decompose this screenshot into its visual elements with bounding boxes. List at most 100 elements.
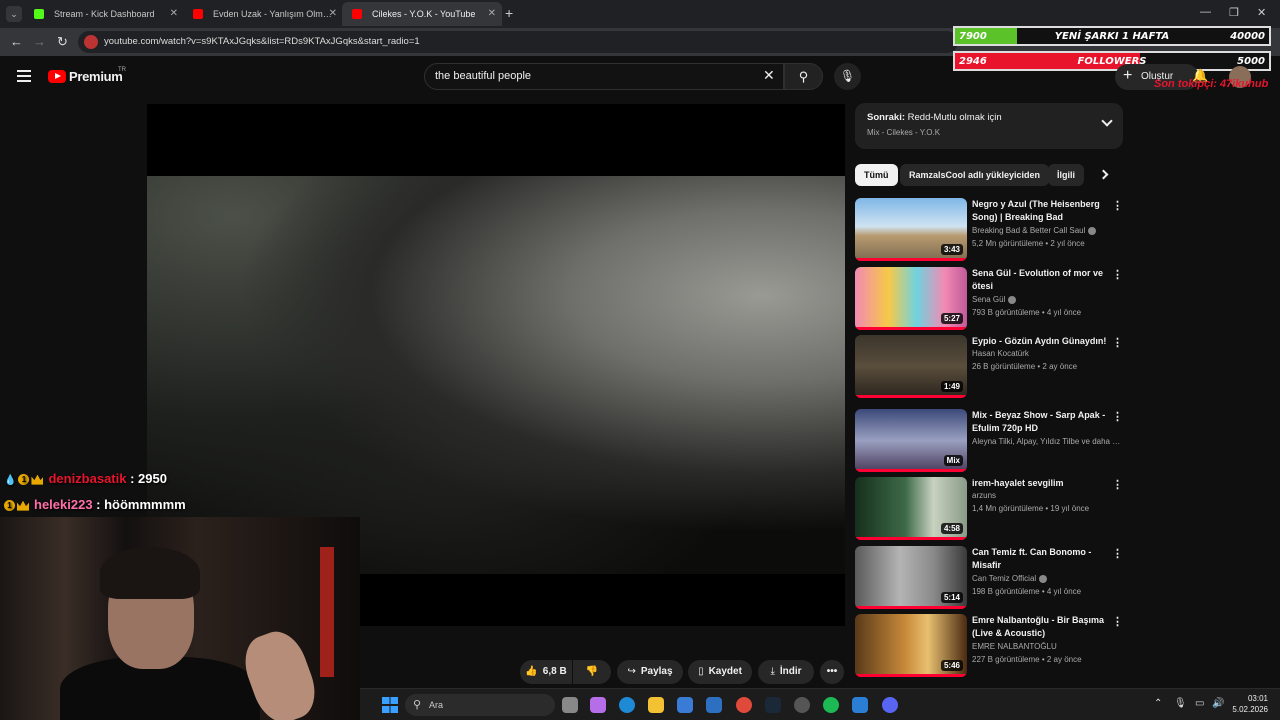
steam-icon[interactable] [765, 697, 781, 713]
video-duration: 5:46 [940, 660, 963, 671]
region-code: TR [118, 67, 126, 73]
app-icon[interactable] [852, 697, 868, 713]
video-thumbnail[interactable]: 5:14 [855, 546, 967, 609]
save-button[interactable]: ▯ Kaydet [688, 660, 752, 684]
channel-name: Hasan Kocatürk [972, 349, 1029, 358]
edge-browser-icon[interactable] [619, 697, 635, 713]
video-channel[interactable]: EMRE NALBANTOĞLU [972, 642, 1122, 651]
store-icon[interactable] [677, 697, 693, 713]
windows-taskbar: Ara ⌃ 🎙 ▭ 🔊 03:01 5.02.2026 [360, 688, 1280, 720]
microphone-tray-icon[interactable]: 🎙 [1174, 698, 1187, 709]
chip-related[interactable]: İlgili [1048, 164, 1084, 186]
more-vertical-icon[interactable]: ⋮ [1112, 547, 1123, 560]
video-duration: 1:49 [940, 381, 963, 392]
video-thumbnail[interactable]: 4:58 [855, 477, 967, 540]
more-vertical-icon[interactable]: ⋮ [1112, 410, 1123, 423]
recommended-video[interactable]: 4:58 irem-hayalet sevgilim arzuns 1,4 Mn gö… [855, 477, 1123, 541]
volume-icon[interactable]: 🔊 [1212, 698, 1224, 709]
restore-icon[interactable]: ❐ [1229, 6, 1239, 19]
chip-from-uploader[interactable]: RamzalsCool adlı yükleyiciden [900, 164, 1050, 186]
video-channel[interactable]: Breaking Bad & Better Call Saul [972, 226, 1122, 235]
share-button[interactable]: ↪ Paylaş [617, 660, 683, 684]
more-vertical-icon[interactable]: ⋮ [1112, 336, 1123, 349]
tab-close-icon[interactable]: ✕ [329, 2, 337, 26]
reload-icon[interactable]: ↻ [57, 34, 68, 50]
recommended-video[interactable]: 5:27 Sena Gül - Evolution of mor ve ötesi… [855, 267, 1123, 331]
video-title[interactable]: irem-hayalet sevgilim [972, 477, 1110, 490]
new-tab-button[interactable]: + [505, 5, 513, 21]
video-channel[interactable]: Can Temiz Official [972, 574, 1122, 583]
back-icon[interactable]: ← [10, 34, 23, 49]
video-channel[interactable]: Sena Gül [972, 295, 1122, 304]
copilot-icon[interactable] [590, 697, 606, 713]
download-button[interactable]: ⤓ İndir [758, 660, 814, 684]
recommended-video[interactable]: Mix Mix - Beyaz Show - Sarp Apak - Efulim… [855, 409, 1123, 473]
up-next-panel[interactable]: Sonraki: Redd-Mutlu olmak için Mix - Cil… [855, 103, 1123, 149]
chevron-right-icon[interactable] [1098, 169, 1109, 180]
browser-tab[interactable]: Stream - Kick Dashboard ✕ [24, 2, 184, 26]
more-vertical-icon[interactable]: ⋮ [1112, 268, 1123, 281]
bookmark-icon: ▯ [698, 666, 704, 677]
video-thumbnail[interactable]: 5:46 [855, 614, 967, 677]
video-title[interactable]: Eypio - Gözün Aydın Günaydın! [972, 335, 1110, 348]
tab-close-icon[interactable]: ✕ [488, 2, 496, 26]
clear-search-icon[interactable]: ✕ [763, 67, 775, 84]
file-explorer-icon[interactable] [648, 697, 664, 713]
recommended-video[interactable]: 1:49 Eypio - Gözün Aydın Günaydın! Hasan K… [855, 335, 1123, 399]
dislike-button[interactable]: 👎 [573, 660, 611, 684]
mail-icon[interactable] [706, 697, 722, 713]
chat-message: 💧 1 denizbasatik : 2950 [4, 471, 167, 486]
voice-search-button[interactable]: 🎙 [834, 63, 861, 90]
recommended-video[interactable]: 3:43 Negro y Azul (The Heisenberg Song) |… [855, 198, 1123, 262]
obs-icon[interactable] [794, 697, 810, 713]
video-channel[interactable]: arzuns [972, 491, 1122, 500]
more-vertical-icon[interactable]: ⋮ [1112, 478, 1123, 491]
video-title[interactable]: Mix - Beyaz Show - Sarp Apak - Efulim 72… [972, 409, 1110, 435]
url-field[interactable]: youtube.com/watch?v=s9KTAxJGqks&list=RDs… [78, 31, 958, 53]
video-thumbnail[interactable]: 1:49 [855, 335, 967, 398]
forward-icon[interactable]: → [33, 34, 46, 49]
streamer-webcam [0, 517, 360, 720]
task-view-icon[interactable] [562, 697, 578, 713]
video-title[interactable]: Negro y Azul (The Heisenberg Song) | Bre… [972, 198, 1110, 224]
browser-tab-active[interactable]: Cilekes - Y.O.K - YouTube ✕ [342, 2, 502, 26]
chrome-icon[interactable] [736, 697, 752, 713]
chip-all[interactable]: Tümü [855, 164, 898, 186]
recommended-video[interactable]: 5:14 Can Temiz ft. Can Bonomo - Misafir Ca… [855, 546, 1123, 610]
recommended-video[interactable]: 5:46 Emre Nalbantoğlu - Bir Başıma (Live … [855, 614, 1123, 678]
watch-progress-bar [855, 674, 967, 677]
youtube-logo-icon[interactable] [48, 70, 66, 83]
taskbar-search[interactable]: Ara [405, 694, 555, 716]
search-button[interactable]: ⚲ [784, 63, 823, 90]
video-title[interactable]: Can Temiz ft. Can Bonomo - Misafir [972, 546, 1110, 572]
more-actions-button[interactable]: ••• [820, 660, 844, 684]
video-title[interactable]: Emre Nalbantoğlu - Bir Başıma (Live & Ac… [972, 614, 1110, 640]
video-duration: 4:58 [940, 523, 963, 534]
tab-title: Cilekes - Y.O.K - YouTube [372, 9, 476, 19]
discord-icon[interactable] [882, 697, 898, 713]
close-window-icon[interactable]: ✕ [1257, 6, 1266, 19]
site-info-icon[interactable] [84, 35, 98, 49]
minimize-icon[interactable]: — [1200, 6, 1211, 18]
browser-tab[interactable]: Evden Uzak - Yanlışım Olma - Y ✕ [183, 2, 343, 26]
tab-close-icon[interactable]: ✕ [170, 2, 178, 26]
windows-start-icon[interactable] [382, 697, 398, 713]
video-channel[interactable]: Hasan Kocatürk [972, 349, 1122, 358]
tray-expand-icon[interactable]: ⌃ [1154, 698, 1162, 709]
video-channel[interactable]: Aleyna Tilki, Alpay, Yıldız Tilbe ve dah… [972, 437, 1122, 446]
video-thumbnail[interactable]: 5:27 [855, 267, 967, 330]
like-button[interactable]: 👍 6,8 B [520, 660, 572, 684]
video-thumbnail[interactable]: 3:43 [855, 198, 967, 261]
video-thumbnail[interactable]: Mix [855, 409, 967, 472]
spotify-icon[interactable] [823, 697, 839, 713]
more-vertical-icon[interactable]: ⋮ [1112, 615, 1123, 628]
hamburger-menu-icon[interactable] [17, 70, 31, 82]
video-title[interactable]: Sena Gül - Evolution of mor ve ötesi [972, 267, 1110, 293]
tab-search-menu[interactable]: ⌄ [6, 6, 22, 22]
more-vertical-icon[interactable]: ⋮ [1112, 199, 1123, 212]
chevron-down-icon[interactable] [1101, 115, 1113, 127]
system-clock[interactable]: 03:01 5.02.2026 [1232, 693, 1268, 715]
youtube-brand[interactable]: Premium [69, 69, 123, 84]
display-tray-icon[interactable]: ▭ [1195, 698, 1204, 709]
search-input[interactable]: the beautiful people [424, 63, 784, 90]
